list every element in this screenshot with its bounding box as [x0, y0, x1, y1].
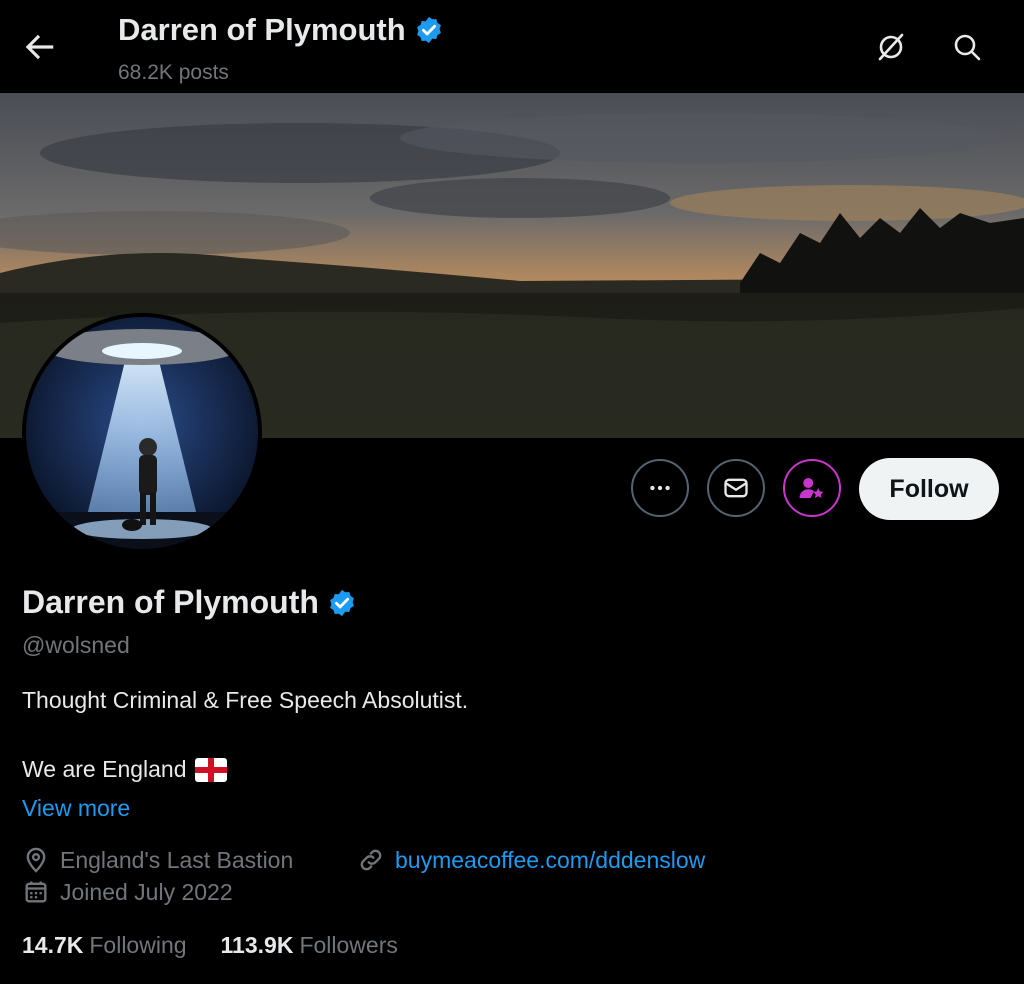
following-label: Following [89, 932, 187, 958]
profile-name: Darren of Plymouth [22, 584, 357, 621]
message-button[interactable] [707, 459, 765, 517]
location-pin-icon [26, 847, 46, 873]
follow-button[interactable]: Follow [859, 458, 999, 520]
mail-icon [724, 478, 748, 498]
display-name: Darren of Plymouth [22, 584, 319, 620]
avatar-ufo-image [26, 317, 258, 549]
website-link[interactable]: buymeacoffee.com/dddenslow [395, 847, 705, 874]
view-more-link[interactable]: View more [22, 795, 130, 822]
grok-button[interactable] [872, 28, 910, 66]
verified-badge-icon [416, 16, 441, 44]
search-icon [954, 34, 981, 61]
post-count: 68.2K posts [118, 61, 229, 84]
following-stat[interactable]: 14.7K Following [22, 932, 187, 959]
link-icon [360, 849, 382, 871]
more-icon [650, 485, 670, 491]
followers-count: 113.9K [220, 932, 294, 958]
join-date-text: Joined July 2022 [60, 878, 233, 905]
bio-line-2: We are England [22, 756, 187, 782]
website: buymeacoffee.com/dddenslow [357, 846, 705, 874]
subscribe-icon [799, 478, 824, 498]
top-bar: Darren of Plymouth 68.2K posts [0, 0, 1024, 93]
followers-label: Followers [299, 932, 398, 958]
england-flag-icon [194, 757, 227, 782]
subscribe-button[interactable] [783, 459, 841, 517]
more-button[interactable] [631, 459, 689, 517]
arrow-left-icon [25, 34, 54, 60]
profile-avatar[interactable] [22, 313, 262, 553]
verified-badge-icon[interactable] [327, 588, 357, 618]
followers-stat[interactable]: 113.9K Followers [221, 932, 398, 959]
search-button[interactable] [948, 28, 986, 66]
back-button[interactable] [20, 28, 58, 66]
location: England's Last Bastion [22, 846, 293, 874]
header-title: Darren of Plymouth [118, 12, 444, 48]
join-date: Joined July 2022 [22, 878, 233, 906]
header-name: Darren of Plymouth [118, 12, 406, 47]
bio-line-2-row: We are England [22, 756, 227, 783]
following-count: 14.7K [22, 932, 84, 958]
follow-stats: 14.7K Following 113.9K Followers [22, 932, 432, 959]
location-text: England's Last Bastion [60, 846, 294, 873]
grok-icon [878, 33, 904, 61]
bio-line-1: Thought Criminal & Free Speech Absolutis… [22, 687, 469, 713]
calendar-icon [25, 881, 47, 903]
profile-handle: @wolsned [22, 632, 130, 658]
